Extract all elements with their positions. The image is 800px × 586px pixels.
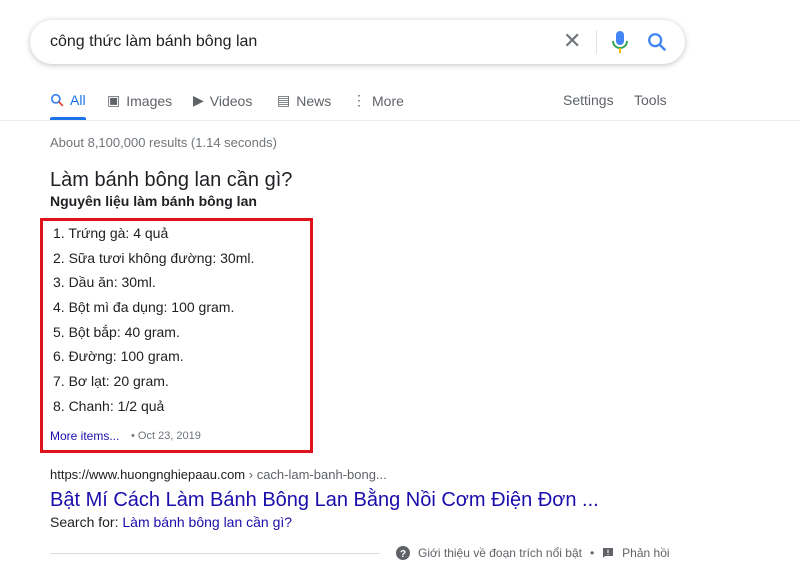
tools-link[interactable]: Tools: [634, 92, 667, 108]
tab-videos[interactable]: ▶ Videos: [193, 92, 252, 109]
search-input[interactable]: công thức làm bánh bông lan: [50, 33, 257, 51]
result-stats: About 8,100,000 results (1.14 seconds): [50, 135, 277, 150]
list-item: 7. Bơ lạt: 20 gram.: [53, 373, 169, 389]
result-domain: https://www.huongnghiepaau.com: [50, 467, 246, 482]
list-item: 2. Sữa tươi không đường: 30ml.: [53, 250, 255, 266]
search-icon[interactable]: [646, 31, 668, 53]
tab-images[interactable]: ▣ Images: [107, 92, 172, 109]
list-item: 3. Dầu ăn: 30ml.: [53, 274, 156, 290]
snippet-date: • Oct 23, 2019: [131, 430, 201, 442]
result-path: › cach-lam-banh-bong...: [245, 467, 387, 482]
snippet-footer: ? Giới thiệu về đoạn trích nổi bật • Phả…: [396, 546, 670, 560]
clear-icon[interactable]: ✕: [563, 30, 581, 52]
search-for: Search for: Làm bánh bông lan cần gì?: [50, 514, 292, 530]
result-url[interactable]: https://www.huongnghiepaau.com › cach-la…: [50, 467, 387, 482]
tab-label: More: [372, 92, 404, 109]
list-item: 8. Chanh: 1/2 quả: [53, 398, 165, 414]
list-item: 4. Bột mì đa dụng: 100 gram.: [53, 299, 235, 315]
tab-more[interactable]: ⋮ More: [352, 92, 404, 109]
video-icon: ▶: [193, 92, 204, 108]
svg-text:?: ?: [400, 549, 406, 560]
search-for-link[interactable]: Làm bánh bông lan cần gì?: [122, 514, 292, 530]
feedback-icon[interactable]: [602, 547, 614, 559]
image-icon: ▣: [107, 92, 121, 108]
list-item: 1. Trứng gà: 4 quả: [53, 225, 169, 241]
search-for-label: Search for:: [50, 514, 123, 530]
news-icon: ▤: [277, 92, 291, 108]
help-icon[interactable]: ?: [396, 546, 410, 560]
tab-label: Images: [126, 92, 173, 109]
tab-label: All: [70, 92, 86, 108]
snippet-subtitle: Nguyên liệu làm bánh bông lan: [50, 193, 257, 209]
more-vert-icon: ⋮: [352, 92, 366, 108]
snippet-question: Làm bánh bông lan cần gì?: [50, 169, 293, 191]
tab-label: Videos: [209, 92, 253, 109]
tab-news[interactable]: ▤ News: [277, 92, 331, 109]
divider: [596, 30, 597, 54]
more-items-link[interactable]: More items...: [50, 429, 119, 443]
search-icon: [50, 93, 64, 107]
settings-link[interactable]: Settings: [563, 92, 614, 108]
microphone-icon[interactable]: [612, 30, 628, 54]
feedback-link[interactable]: Phản hồi: [622, 546, 669, 560]
result-title-link[interactable]: Bật Mí Cách Làm Bánh Bông Lan Bằng Nồi C…: [50, 489, 599, 512]
divider: [50, 553, 380, 554]
separator-dot: •: [589, 546, 595, 560]
list-item: 6. Đường: 100 gram.: [53, 348, 184, 364]
list-item: 5. Bột bắp: 40 gram.: [53, 324, 180, 340]
search-box[interactable]: công thức làm bánh bông lan ✕: [30, 20, 685, 64]
tab-label: News: [296, 92, 332, 109]
about-snippets-link[interactable]: Giới thiệu về đoạn trích nổi bật: [418, 546, 582, 560]
tab-all[interactable]: All: [50, 92, 86, 108]
divider: [0, 120, 800, 121]
